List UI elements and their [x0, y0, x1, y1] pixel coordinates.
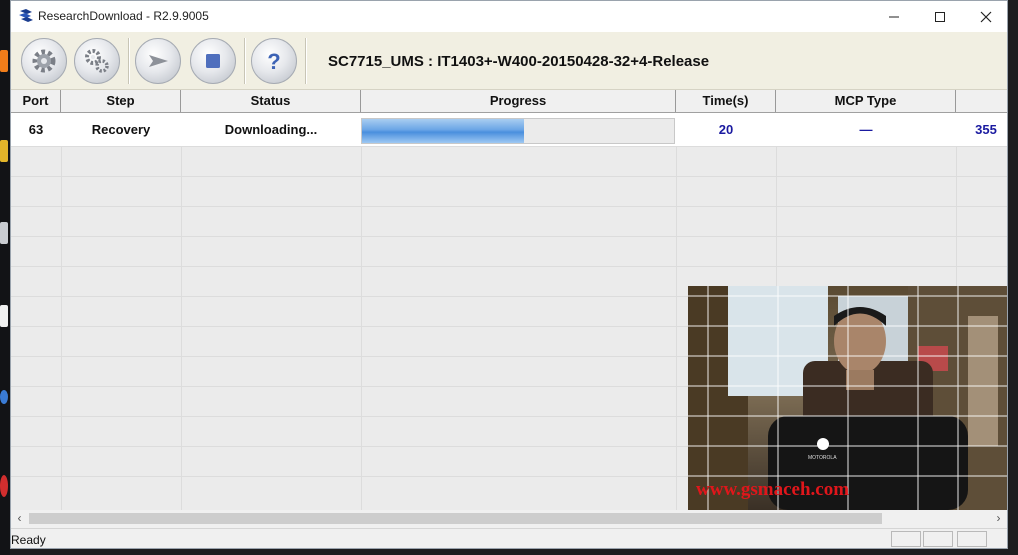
- scroll-right-arrow-icon[interactable]: ›: [990, 510, 1007, 527]
- minimize-icon: [889, 16, 899, 17]
- desktop-shortcut-icon[interactable]: [0, 140, 8, 162]
- column-header-step[interactable]: Step: [61, 90, 181, 112]
- minimize-button[interactable]: [871, 1, 917, 32]
- close-icon: [980, 11, 992, 22]
- stop-square-icon: [206, 54, 220, 68]
- play-arrow-icon: [149, 55, 168, 67]
- gear-icon: [32, 49, 56, 73]
- column-header-progress[interactable]: Progress: [361, 90, 676, 112]
- scrollbar-thumb[interactable]: [29, 513, 882, 524]
- desktop-strip: [0, 0, 10, 555]
- double-gear-icon: [85, 49, 109, 73]
- desktop-shortcut-icon[interactable]: [0, 390, 8, 404]
- stop-button[interactable]: [190, 38, 236, 84]
- status-cell: Downloading...: [224, 122, 318, 137]
- column-header-extra[interactable]: [956, 90, 1007, 112]
- desktop-shortcut-icon[interactable]: [0, 305, 8, 327]
- close-button[interactable]: [963, 1, 1007, 32]
- step-cell: Recovery: [91, 122, 151, 137]
- status-panel: [891, 531, 921, 547]
- scroll-left-arrow-icon[interactable]: ‹: [11, 510, 28, 527]
- svg-text:?: ?: [267, 49, 280, 74]
- maximize-icon: [935, 11, 945, 22]
- shirt-logo-text: MOTOROLA: [808, 455, 837, 461]
- help-button[interactable]: ?: [251, 38, 297, 84]
- toolbar-separator: [305, 38, 307, 84]
- table-row[interactable]: 63 Recovery Downloading... 20 — 355: [11, 113, 1007, 147]
- desktop-shortcut-icon[interactable]: [0, 475, 8, 497]
- extra-cell: 355: [975, 122, 997, 137]
- time-cell: 20: [718, 122, 734, 137]
- toolbar: ? SC7715_UMS : IT1403+-W400-20150428-32+…: [11, 32, 1007, 90]
- column-header-port[interactable]: Port: [11, 90, 61, 112]
- research-download-logo-icon: [19, 9, 33, 22]
- column-header-mcp-type[interactable]: MCP Type: [776, 90, 956, 112]
- status-bar: Ready: [11, 528, 1007, 548]
- grid-header: Port Step Status Progress Time(s) MCP Ty…: [11, 90, 1007, 113]
- window-title: ResearchDownload - R2.9.9005: [38, 9, 209, 23]
- watermark-text: www.gsmaceh.com: [696, 479, 850, 500]
- status-text: Ready: [11, 533, 46, 547]
- progress-fill: [362, 119, 524, 143]
- project-label: SC7715_UMS : IT1403+-W400-20150428-32+4-…: [328, 53, 710, 70]
- horizontal-scrollbar[interactable]: ‹ ›: [11, 510, 1007, 527]
- desktop-shortcut-icon[interactable]: [0, 50, 8, 72]
- toolbar-separator: [128, 38, 130, 84]
- webcam-image: MOTOROLA: [688, 286, 1007, 510]
- column-header-status[interactable]: Status: [181, 90, 361, 112]
- title-bar[interactable]: ResearchDownload - R2.9.9005: [11, 1, 1007, 32]
- start-button[interactable]: [135, 38, 181, 84]
- status-panel: [923, 531, 953, 547]
- question-mark-icon: ?: [267, 49, 280, 74]
- mcp-type-cell: —: [859, 122, 873, 137]
- port-cell: 63: [28, 122, 44, 137]
- status-panel: [957, 531, 987, 547]
- column-header-time[interactable]: Time(s): [676, 90, 776, 112]
- progress-bar: [361, 118, 675, 144]
- settings-button[interactable]: [21, 38, 67, 84]
- load-packet-button[interactable]: [74, 38, 120, 84]
- desktop-shortcut-icon[interactable]: [0, 222, 8, 244]
- main-window: ResearchDownload - R2.9.9005 ? SC7715_UM…: [10, 0, 1008, 549]
- webcam-overlay: MOTOROLA www.gsmaceh.com: [688, 286, 1007, 510]
- maximize-button[interactable]: [917, 1, 963, 32]
- toolbar-separator: [244, 38, 246, 84]
